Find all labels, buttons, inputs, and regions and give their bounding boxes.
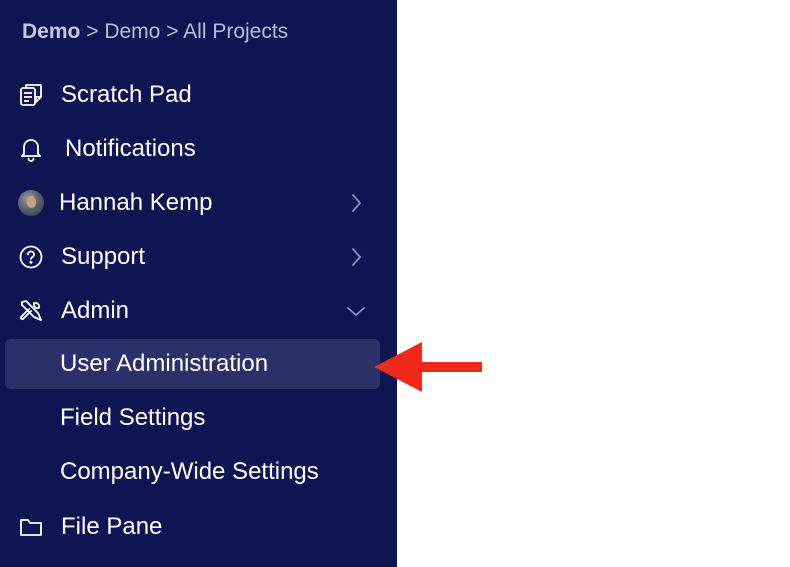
sidebar-item-user[interactable]: Hannah Kemp (0, 177, 397, 229)
breadcrumb: Demo > Demo > All Projects (22, 20, 288, 44)
breadcrumb-current: All Projects (183, 20, 289, 43)
sidebar-subitem-user-administration[interactable]: User Administration (0, 339, 397, 389)
breadcrumb-separator: > (86, 20, 99, 43)
bell-icon (18, 136, 44, 162)
avatar (18, 190, 44, 216)
question-circle-icon (18, 244, 44, 270)
chevron-right-icon (352, 194, 361, 212)
sidebar-item-admin[interactable]: Admin (0, 285, 397, 337)
sidebar-item-label: Hannah Kemp (59, 189, 213, 216)
breadcrumb-middle[interactable]: Demo (104, 20, 160, 43)
scratch-pad-icon (18, 82, 44, 108)
sidebar-item-label: Scratch Pad (61, 81, 192, 108)
user-avatar (18, 190, 44, 216)
sidebar-item-label: User Administration (60, 350, 269, 377)
sidebar-item-file-pane[interactable]: File Pane (0, 501, 397, 553)
sidebar-item-notifications[interactable]: Notifications (0, 123, 397, 175)
chevron-down-icon (347, 307, 365, 316)
folder-icon (18, 514, 44, 540)
sidebar-item-label: Company-Wide Settings (60, 458, 319, 485)
sidebar-subitem-field-settings[interactable]: Field Settings (0, 393, 397, 443)
sidebar: Demo > Demo > All Projects Scratch Pad N… (0, 0, 397, 567)
sidebar-item-support[interactable]: Support (0, 231, 397, 283)
sidebar-item-label: Field Settings (60, 404, 206, 431)
sidebar-item-label: File Pane (61, 513, 163, 540)
red-arrow-annotation (374, 342, 482, 392)
page: Demo > Demo > All Projects Scratch Pad N… (0, 0, 790, 567)
sidebar-item-label: Support (61, 243, 146, 270)
sidebar-subitem-company-wide-settings[interactable]: Company-Wide Settings (0, 447, 397, 497)
breadcrumb-root[interactable]: Demo (22, 20, 80, 43)
sidebar-item-label: Notifications (65, 135, 196, 162)
sidebar-item-scratch-pad[interactable]: Scratch Pad (0, 69, 397, 121)
sidebar-item-label: Admin (61, 297, 130, 324)
tools-icon (18, 298, 44, 324)
breadcrumb-separator: > (166, 20, 179, 43)
chevron-right-icon (352, 248, 361, 266)
